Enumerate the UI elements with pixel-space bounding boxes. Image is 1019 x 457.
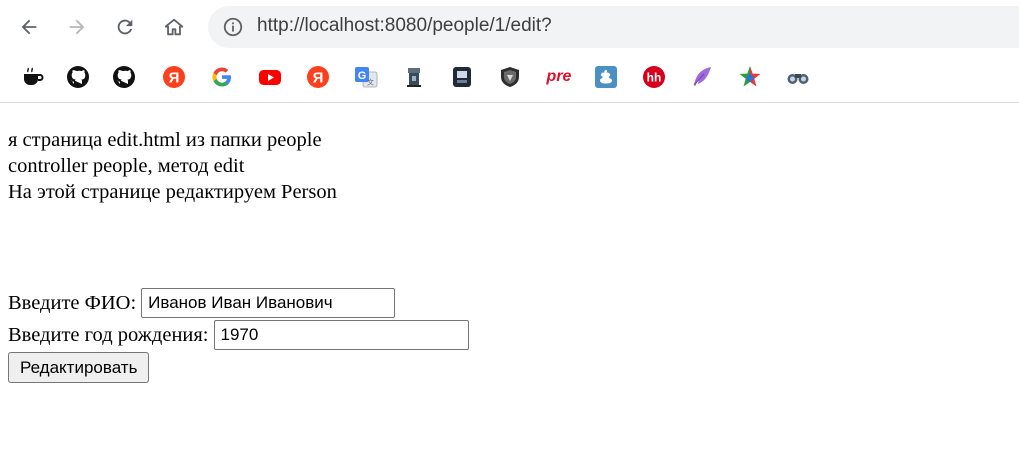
yandex-icon: Я <box>307 66 329 88</box>
bookmark-puzzle[interactable] <box>593 64 619 90</box>
svg-text:Я: Я <box>313 70 324 87</box>
yandex-icon: Я <box>163 66 185 88</box>
svg-text:Я: Я <box>169 70 180 87</box>
headhunter-icon: hh <box>643 66 665 88</box>
google-icon <box>212 67 231 87</box>
edit-person-form: Введите ФИО: Введите год рождения: Редак… <box>8 287 469 383</box>
home-icon <box>164 18 184 36</box>
intro-line-3: На этой странице редактируем Person <box>8 181 337 203</box>
url-text[interactable]: http://localhost:8080/people/1/edit? <box>257 15 552 37</box>
google-translate-icon: G 文 <box>355 67 378 88</box>
birth-year-input[interactable] <box>213 320 469 350</box>
bookmark-github-2[interactable] <box>111 64 137 90</box>
bookmark-feather[interactable] <box>689 64 715 90</box>
fio-row: Введите ФИО: <box>8 287 469 319</box>
reload-button[interactable] <box>108 10 142 44</box>
svg-text:hh: hh <box>647 71 662 85</box>
back-button[interactable] <box>12 10 46 44</box>
binoculars-icon <box>787 74 809 84</box>
bookmark-yandex-1[interactable]: Я <box>161 64 187 90</box>
browser-toolbar: http://localhost:8080/people/1/edit? <box>0 0 1019 56</box>
tower-icon <box>407 68 421 87</box>
bookmark-coffee[interactable] <box>20 64 46 90</box>
bookmark-tower[interactable] <box>401 64 427 90</box>
info-icon[interactable] <box>222 16 244 38</box>
svg-text:G: G <box>358 70 367 82</box>
feather-icon <box>693 67 711 86</box>
youtube-icon <box>259 70 281 85</box>
address-bar[interactable]: http://localhost:8080/people/1/edit? <box>208 6 1019 48</box>
dark-app-icon <box>453 67 471 87</box>
fio-input[interactable] <box>141 288 396 318</box>
page-content: я страница edit.html из папки people con… <box>8 127 1008 205</box>
edit-submit-button[interactable]: Редактировать <box>8 352 150 383</box>
github-icon <box>113 66 135 88</box>
svg-text:文: 文 <box>367 78 374 87</box>
arrow-right-icon <box>69 19 85 35</box>
forward-button[interactable] <box>60 10 94 44</box>
bookmark-hh[interactable]: hh <box>641 64 667 90</box>
intro-line-2: controller people, метод edit <box>8 155 245 177</box>
puzzle-icon <box>595 66 617 88</box>
bookmark-google-translate[interactable]: G 文 <box>353 64 379 90</box>
bookmark-dark-app[interactable] <box>449 64 475 90</box>
arrow-left-icon <box>21 19 37 35</box>
bookmarks-bar: Я Я G 文 pre hh <box>0 56 1019 103</box>
birth-year-row: Введите год рождения: <box>8 319 469 351</box>
bookmark-star[interactable] <box>737 64 763 90</box>
bookmark-yandex-2[interactable]: Я <box>305 64 331 90</box>
bookmark-pre[interactable]: pre <box>544 64 574 90</box>
pre-icon: pre <box>546 68 572 85</box>
github-icon <box>67 66 89 88</box>
bookmark-youtube[interactable] <box>257 64 283 90</box>
reload-icon <box>117 19 133 35</box>
shield-icon <box>501 67 519 87</box>
coffee-cup-icon <box>24 67 44 85</box>
home-button[interactable] <box>157 10 191 44</box>
intro-line-1: я страница edit.html из папки people <box>8 129 322 151</box>
fio-label: Введите ФИО: <box>8 291 137 314</box>
bookmark-google[interactable] <box>209 64 235 90</box>
bookmark-binoculars[interactable] <box>785 64 811 90</box>
birth-year-label: Введите год рождения: <box>8 323 209 346</box>
bookmark-shield[interactable] <box>497 64 523 90</box>
colorful-star-icon <box>739 66 761 87</box>
bookmark-github-1[interactable] <box>65 64 91 90</box>
